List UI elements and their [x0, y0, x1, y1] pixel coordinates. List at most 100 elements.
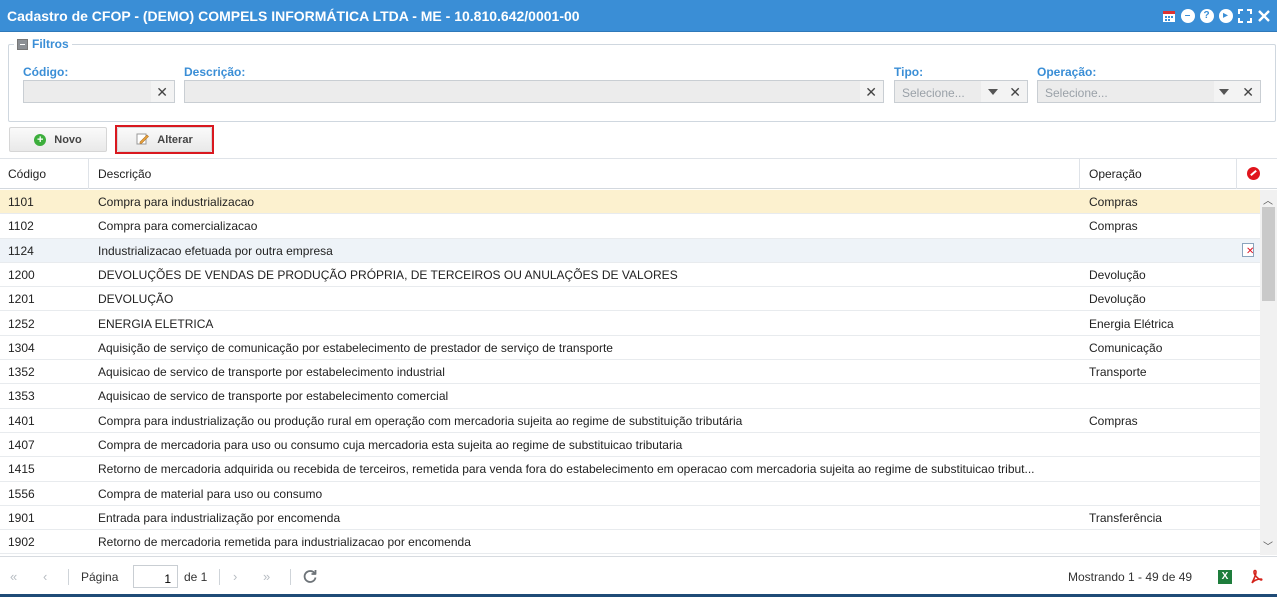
cell-codigo: 1407 — [8, 438, 35, 452]
cell-descricao: Entrada para industrialização por encome… — [98, 510, 341, 525]
codigo-label: Código: — [23, 65, 69, 79]
grid-body: 1101 Compra para industrializacao Compras 1… — [0, 190, 1260, 555]
play-icon[interactable]: ▸ — [1218, 8, 1233, 23]
alterar-highlight — [115, 125, 214, 154]
table-row[interactable]: 1556 Compra de material para uso ou consu… — [0, 482, 1260, 506]
table-row[interactable]: 1352 Aquisicao de servico de transporte p… — [0, 360, 1260, 385]
next-page-icon[interactable]: › — [233, 569, 237, 584]
pager: « ‹ Página de 1 › » Mostrando 1 - 49 de … — [0, 556, 1277, 597]
cell-descricao: Retorno de mercadoria remetida para indu… — [98, 535, 471, 550]
refresh-icon[interactable] — [302, 568, 318, 587]
cell-codigo: 1901 — [8, 510, 35, 525]
table-row[interactable]: 1124 Industrializacao efetuada por outra … — [0, 238, 1260, 263]
operacao-clear-icon[interactable]: ✕ — [1242, 84, 1254, 101]
operacao-dropdown-icon[interactable] — [1219, 89, 1229, 95]
page-label: Página — [81, 570, 119, 584]
column-header-operacao[interactable]: Operação — [1089, 167, 1142, 181]
page-number-input[interactable] — [133, 565, 178, 588]
cell-descricao: Aquisicao de servico de transporte por e… — [98, 389, 449, 404]
cell-descricao: Compra de mercadoria para uso ou consumo… — [98, 438, 683, 452]
cell-descricao: DEVOLUÇÕES DE VENDAS DE PRODUÇÃO PRÓPRIA… — [98, 267, 678, 282]
column-header-descricao[interactable]: Descrição — [98, 167, 151, 181]
cell-codigo: 1556 — [8, 486, 35, 501]
cell-descricao: Compra para industrializacao — [98, 195, 255, 209]
cell-codigo: 1352 — [8, 365, 35, 380]
table-row[interactable]: 1353 Aquisicao de servico de transporte p… — [0, 384, 1260, 409]
table-row[interactable]: 1902 Retorno de mercadoria remetida para … — [0, 530, 1260, 555]
cell-descricao: Compra para industrialização ou produção… — [98, 413, 743, 428]
table-row[interactable]: 1200 DEVOLUÇÕES DE VENDAS DE PRODUÇÃO PRÓ… — [0, 263, 1260, 288]
cell-codigo: 1902 — [8, 535, 35, 550]
scroll-thumb[interactable] — [1262, 207, 1275, 301]
table-row[interactable]: 1101 Compra para industrializacao Compras — [0, 190, 1260, 215]
cell-codigo: 1201 — [8, 292, 35, 307]
cell-operacao: Compras — [1089, 219, 1138, 234]
minimize-icon[interactable]: – — [1180, 8, 1195, 23]
close-icon[interactable] — [1256, 8, 1271, 23]
table-row[interactable]: 1401 Compra para industrialização ou prod… — [0, 409, 1260, 433]
table-row[interactable]: 1201 DEVOLUÇÃO Devolução — [0, 287, 1260, 312]
codigo-clear-icon[interactable]: ✕ — [156, 84, 168, 101]
cell-descricao: DEVOLUÇÃO — [98, 292, 174, 307]
cell-operacao: Compras — [1089, 195, 1138, 209]
delete-record-icon[interactable] — [1242, 242, 1254, 257]
cell-operacao: Energia Elétrica — [1089, 316, 1174, 331]
grid-header: Código Descrição Operação — [0, 158, 1277, 189]
tipo-dropdown-icon[interactable] — [988, 89, 998, 95]
cell-descricao: Aquisicao de servico de transporte por e… — [98, 365, 445, 380]
scroll-down-icon[interactable]: ﹀ — [1263, 538, 1273, 553]
add-icon: + — [34, 133, 47, 146]
filters-legend[interactable]: Filtros — [14, 37, 72, 51]
novo-button[interactable]: + Novo — [9, 127, 107, 152]
column-header-codigo[interactable]: Código — [8, 167, 46, 181]
operacao-select[interactable]: Selecione... ✕ — [1037, 80, 1261, 103]
descricao-field[interactable]: ✕ — [184, 80, 884, 103]
collapse-icon[interactable] — [17, 38, 28, 50]
window-title: Cadastro de CFOP - (DEMO) COMPELS INFORM… — [7, 8, 580, 24]
window-controls: – ? ▸ — [1161, 8, 1271, 23]
cell-codigo: 1353 — [8, 389, 35, 404]
codigo-field[interactable]: ✕ — [23, 80, 175, 103]
pdf-export-icon[interactable] — [1249, 569, 1263, 585]
last-page-icon[interactable]: » — [263, 569, 270, 584]
table-row[interactable]: 1901 Entrada para industrialização por en… — [0, 506, 1260, 531]
table-row[interactable]: 1407 Compra de mercadoria para uso ou con… — [0, 433, 1260, 458]
cell-codigo: 1252 — [8, 316, 35, 331]
calendar-icon[interactable] — [1161, 8, 1176, 23]
table-row[interactable]: 1415 Retorno de mercadoria adquirida ou r… — [0, 457, 1260, 482]
cell-operacao: Transporte — [1089, 365, 1147, 380]
excel-export-icon[interactable]: X — [1218, 570, 1232, 584]
prev-page-icon[interactable]: ‹ — [43, 569, 47, 584]
cell-codigo: 1200 — [8, 267, 35, 282]
cell-operacao: Transferência — [1089, 510, 1162, 525]
cell-descricao: Retorno de mercadoria adquirida ou receb… — [98, 462, 1035, 477]
cell-descricao: Industrializacao efetuada por outra empr… — [98, 243, 333, 258]
cell-codigo: 1304 — [8, 340, 35, 355]
scroll-up-icon[interactable]: ︿ — [1263, 192, 1273, 207]
descricao-label: Descrição: — [184, 65, 246, 79]
tipo-placeholder: Selecione... — [902, 86, 965, 100]
maximize-icon[interactable] — [1237, 8, 1252, 23]
operacao-label: Operação: — [1037, 65, 1097, 79]
window-titlebar: Cadastro de CFOP - (DEMO) COMPELS INFORM… — [0, 0, 1277, 32]
cell-operacao: Devolução — [1089, 292, 1146, 307]
pager-status: Mostrando 1 - 49 de 49 — [1068, 570, 1193, 584]
cell-descricao: ENERGIA ELETRICA — [98, 316, 214, 331]
grid-scrollbar[interactable]: ︿ ﹀ — [1260, 190, 1277, 555]
novo-button-label: Novo — [54, 133, 82, 146]
cell-descricao: Aquisição de serviço de comunicação por … — [98, 340, 613, 355]
table-row[interactable]: 1304 Aquisição de serviço de comunicação … — [0, 336, 1260, 361]
table-row[interactable]: 1102 Compra para comercializacao Compras — [0, 214, 1260, 239]
cell-descricao: Compra de material para uso ou consumo — [98, 486, 323, 501]
cell-operacao: Compras — [1089, 413, 1138, 428]
table-row[interactable]: 1252 ENERGIA ELETRICA Energia Elétrica — [0, 312, 1260, 336]
help-icon[interactable]: ? — [1199, 8, 1214, 23]
first-page-icon[interactable]: « — [10, 569, 17, 584]
cell-codigo: 1124 — [8, 243, 34, 258]
tipo-clear-icon[interactable]: ✕ — [1009, 84, 1021, 101]
cell-codigo: 1102 — [8, 219, 34, 234]
cell-descricao: Compra para comercializacao — [98, 219, 258, 234]
clear-sort-icon[interactable] — [1247, 167, 1260, 180]
descricao-clear-icon[interactable]: ✕ — [865, 84, 877, 101]
tipo-select[interactable]: Selecione... ✕ — [894, 80, 1028, 103]
